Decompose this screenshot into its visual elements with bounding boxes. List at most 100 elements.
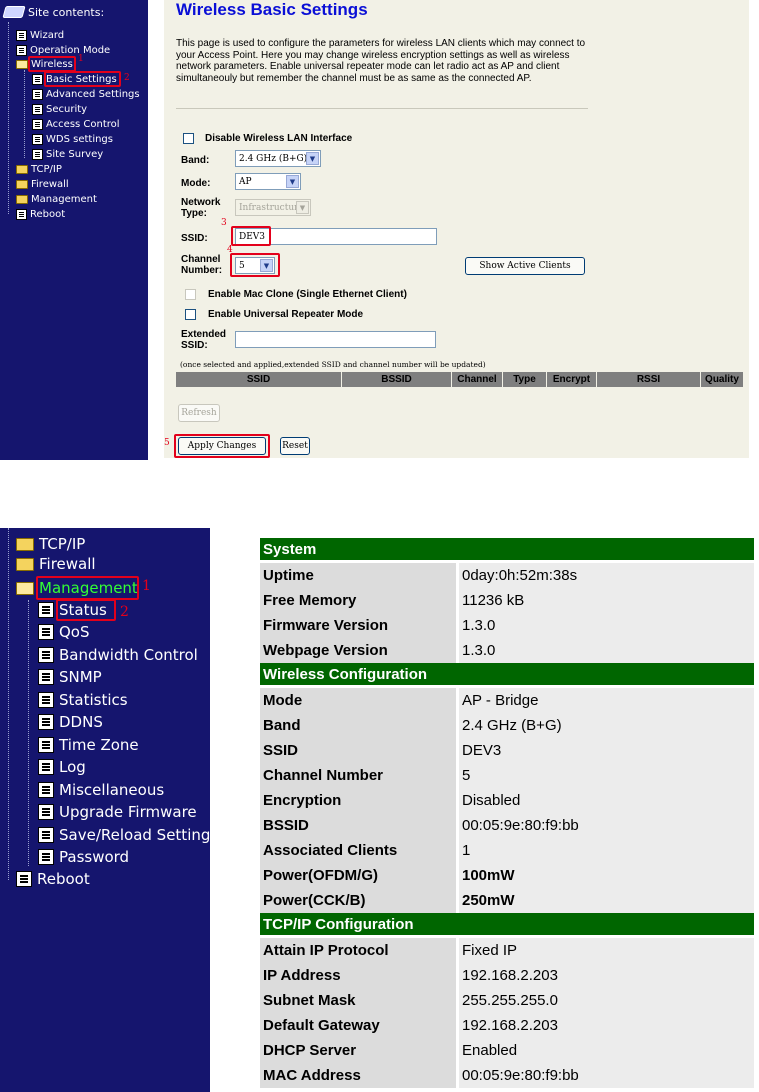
column-header-rssi: RSSI <box>597 372 701 387</box>
band-select[interactable]: 2.4 GHz (B+G) ▼ <box>235 150 321 167</box>
extended-ssid-label: Extended SSID: <box>181 329 227 351</box>
sidebar-item-label: WDS settings <box>46 134 113 145</box>
chevron-down-icon: ▼ <box>306 152 319 165</box>
sidebar-item-snmp[interactable]: SNMP <box>38 666 102 688</box>
sidebar-item-qos[interactable]: QoS <box>38 621 90 643</box>
step-number-4: 4 <box>227 245 233 255</box>
sidebar-item-firewall[interactable]: Firewall <box>16 178 69 191</box>
network-type-select[interactable]: Infrastructure ▼ <box>235 199 311 216</box>
show-active-clients-button[interactable]: Show Active Clients <box>465 257 585 275</box>
sidebar-item-label: Firewall <box>31 179 69 190</box>
highlight-box-apply <box>174 434 270 458</box>
extended-ssid-note: (once selected and applied,extended SSID… <box>180 360 486 369</box>
sidebar-item-label: Site Survey <box>46 149 104 160</box>
refresh-button[interactable]: Refresh <box>178 404 220 422</box>
page-icon <box>32 119 43 130</box>
sidebar-item-label: QoS <box>59 623 90 641</box>
sidebar-item-advanced-settings[interactable]: Advanced Settings <box>32 88 140 101</box>
folder-open-icon <box>16 581 34 595</box>
sidebar-item-access-control[interactable]: Access Control <box>32 118 120 131</box>
disable-wlan-checkbox[interactable] <box>183 133 194 144</box>
sidebar-item-label: Advanced Settings <box>46 89 140 100</box>
main-content: Wireless Basic Settings This page is use… <box>164 0 749 458</box>
tree-line <box>24 70 25 158</box>
sidebar-item-bandwidth-control[interactable]: Bandwidth Control <box>38 644 198 666</box>
sidebar-item-firewall[interactable]: Firewall <box>16 553 96 575</box>
row-key: Power(CCK/B) <box>260 888 456 913</box>
table-row: Attain IP Protocol Fixed IP <box>260 938 754 963</box>
sidebar-item-wizard[interactable]: Wizard <box>16 29 64 42</box>
table-row: BSSID 00:05:9e:80:f9:bb <box>260 813 754 838</box>
sidebar-item-management[interactable]: Management <box>16 193 97 206</box>
row-value: 2.4 GHz (B+G) <box>459 713 754 738</box>
page-icon <box>38 602 54 618</box>
row-key: DHCP Server <box>260 1038 456 1063</box>
chevron-down-icon: ▼ <box>296 201 309 214</box>
page-icon <box>32 89 43 100</box>
sidebar-item-label: Save/Reload Setting <box>59 826 211 844</box>
sidebar-item-time-zone[interactable]: Time Zone <box>38 734 139 756</box>
row-key: Power(OFDM/G) <box>260 863 456 888</box>
sidebar-item-statistics[interactable]: Statistics <box>38 689 128 711</box>
extended-ssid-input[interactable] <box>235 331 436 348</box>
sidebar-item-site-survey[interactable]: Site Survey <box>32 148 103 161</box>
page-icon <box>38 714 54 730</box>
sidebar-item-security[interactable]: Security <box>32 103 87 116</box>
ssid-label: SSID: <box>181 233 208 244</box>
page-icon <box>38 804 54 820</box>
row-value: Enabled <box>459 1038 754 1063</box>
mode-select[interactable]: AP ▼ <box>235 173 301 190</box>
table-row: Band 2.4 GHz (B+G) <box>260 713 754 738</box>
page-icon <box>32 134 43 145</box>
table-row: Associated Clients 1 <box>260 838 754 863</box>
section-header-tcpip: TCP/IP Configuration <box>260 913 754 935</box>
band-value: 2.4 GHz (B+G) <box>239 153 308 164</box>
row-value: Fixed IP <box>459 938 754 963</box>
row-key: Mode <box>260 688 456 713</box>
sidebar-item-tcpip[interactable]: TCP/IP <box>16 163 62 176</box>
column-header-ssid: SSID <box>176 372 342 387</box>
folder-icon <box>16 195 28 204</box>
row-value: 255.255.255.0 <box>459 988 754 1013</box>
table-row: IP Address 192.168.2.203 <box>260 963 754 988</box>
sidebar-item-reboot[interactable]: Reboot <box>16 868 90 890</box>
page-icon <box>32 74 43 85</box>
wireless-basic-settings-screenshot: Site contents: Wizard Operation Mode Wir… <box>0 0 759 460</box>
network-type-value: Infrastructure <box>239 202 304 213</box>
row-key: Subnet Mask <box>260 988 456 1013</box>
step-number-3: 3 <box>221 218 227 228</box>
sidebar-item-tcpip[interactable]: TCP/IP <box>16 533 85 555</box>
page-icon <box>32 149 43 160</box>
mac-clone-checkbox[interactable] <box>185 289 196 300</box>
sidebar-item-upgrade-firmware[interactable]: Upgrade Firmware <box>38 801 197 823</box>
row-key: BSSID <box>260 813 456 838</box>
sidebar-item-label: Bandwidth Control <box>59 646 198 664</box>
row-value: Disabled <box>459 788 754 813</box>
sidebar-item-reboot[interactable]: Reboot <box>16 208 65 221</box>
column-header-encrypt: Encrypt <box>547 372 597 387</box>
sidebar-item-label: Upgrade Firmware <box>59 803 197 821</box>
reset-button[interactable]: Reset <box>280 437 310 455</box>
sidebar-item-log[interactable]: Log <box>38 756 86 778</box>
highlight-box-basic-settings <box>44 71 121 87</box>
page-icon <box>16 871 32 887</box>
row-key: Default Gateway <box>260 1013 456 1038</box>
row-key: Encryption <box>260 788 456 813</box>
row-key: SSID <box>260 738 456 763</box>
sidebar-item-miscellaneous[interactable]: Miscellaneous <box>38 779 164 801</box>
sidebar-item-wds-settings[interactable]: WDS settings <box>32 133 113 146</box>
sidebar-item-password[interactable]: Password <box>38 846 129 868</box>
page-icon <box>38 759 54 775</box>
site-contents-label: Site contents: <box>28 5 105 19</box>
folder-icon <box>16 557 34 571</box>
page-icon <box>38 624 54 640</box>
page-description: This page is used to configure the param… <box>176 38 586 84</box>
page-icon <box>38 647 54 663</box>
row-key: IP Address <box>260 963 456 988</box>
tree-line <box>8 528 9 880</box>
sidebar-item-save-reload-setting[interactable]: Save/Reload Setting <box>38 824 210 846</box>
page-icon <box>38 849 54 865</box>
step-number-2: 2 <box>124 73 130 83</box>
sidebar-item-ddns[interactable]: DDNS <box>38 711 103 733</box>
universal-repeater-checkbox[interactable] <box>185 309 196 320</box>
